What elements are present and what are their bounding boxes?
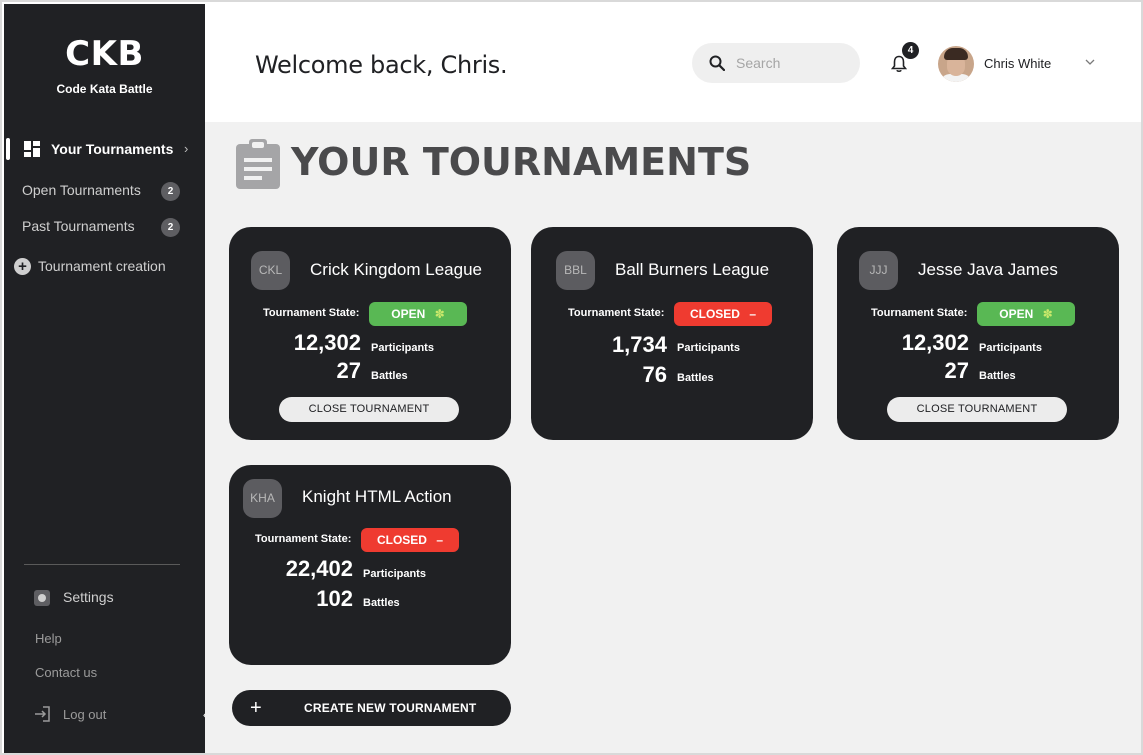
sidebar: CKB Code Kata Battle Your Tournaments › …	[4, 4, 205, 753]
tournament-card[interactable]: CKL Crick Kingdom League Tournament Stat…	[229, 227, 511, 440]
status-text: OPEN	[391, 307, 426, 321]
participants-count: 1,734	[611, 332, 667, 357]
count-badge: 2	[161, 218, 180, 237]
battles-count: 27	[336, 358, 361, 383]
settings-label: Settings	[63, 589, 114, 605]
sidebar-item-settings[interactable]: Settings	[34, 588, 184, 610]
participants-label: Participants	[371, 342, 434, 354]
closed-status-icon: –	[749, 307, 757, 321]
bell-icon[interactable]	[891, 55, 907, 73]
tournament-name: Knight HTML Action	[302, 487, 452, 506]
state-label: Tournament State:	[255, 533, 352, 545]
sidebar-item-open-tournaments[interactable]: Open Tournaments 2	[22, 180, 192, 202]
sidebar-item-label: Your Tournaments	[51, 141, 174, 157]
notification-badge: 4	[902, 42, 919, 59]
app-frame: CKB Code Kata Battle Your Tournaments › …	[0, 0, 1143, 755]
close-tournament-button[interactable]: CLOSE TOURNAMENT	[887, 397, 1067, 422]
logout-icon	[35, 706, 50, 722]
tournament-avatar: CKL	[251, 251, 290, 290]
battles-count: 76	[642, 362, 667, 387]
main-content: YOUR TOURNAMENTS CKL Crick Kingdom Leagu…	[205, 122, 1141, 753]
tournament-avatar: JJJ	[859, 251, 898, 290]
logout-label: Log out	[63, 707, 107, 722]
gear-icon	[34, 590, 50, 606]
tournament-name: Crick Kingdom League	[310, 260, 482, 279]
participants-label: Participants	[677, 342, 740, 354]
status-badge: CLOSED –	[674, 302, 772, 326]
help-link[interactable]: Help	[35, 631, 62, 646]
status-text: CLOSED	[376, 533, 427, 547]
dashboard-icon	[24, 141, 40, 157]
battles-label: Battles	[371, 370, 408, 382]
contact-us-link[interactable]: Contact us	[35, 665, 97, 680]
create-new-tournament-button[interactable]: + CREATE NEW TOURNAMENT	[232, 690, 511, 726]
search-box[interactable]	[692, 43, 860, 83]
open-status-icon: ✽	[1042, 307, 1053, 321]
welcome-message: Welcome back, Chris.	[255, 51, 508, 79]
avatar-hair	[944, 48, 968, 60]
tournament-name: Ball Burners League	[615, 260, 770, 279]
app-logo-subtitle: Code Kata Battle	[56, 82, 153, 96]
sidebar-item-label: Past Tournaments	[22, 218, 135, 234]
battles-count: 27	[944, 358, 969, 383]
state-label: Tournament State:	[263, 307, 360, 319]
tournament-card[interactable]: JJJ Jesse Java James Tournament State: O…	[837, 227, 1119, 440]
chevron-down-icon[interactable]	[1084, 56, 1096, 68]
top-header: Welcome back, Chris. 4 Chris White	[205, 4, 1141, 122]
status-text: CLOSED	[689, 307, 740, 321]
battles-label: Battles	[677, 372, 714, 384]
app-logo[interactable]: CKB	[4, 34, 205, 74]
tournament-card[interactable]: KHA Knight HTML Action Tournament State:…	[229, 465, 511, 665]
state-label: Tournament State:	[871, 307, 968, 319]
participants-label: Participants	[363, 568, 426, 580]
count-badge: 2	[161, 182, 180, 201]
status-badge: OPEN ✽	[369, 302, 467, 326]
avatar[interactable]	[938, 46, 974, 82]
status-badge: OPEN ✽	[977, 302, 1075, 326]
active-indicator	[6, 138, 10, 160]
open-status-icon: ✽	[434, 307, 445, 321]
state-label: Tournament State:	[568, 307, 665, 319]
sidebar-item-past-tournaments[interactable]: Past Tournaments 2	[22, 216, 192, 238]
participants-label: Participants	[979, 342, 1042, 354]
tournament-avatar: KHA	[243, 479, 282, 518]
participants-count: 22,402	[285, 556, 353, 581]
logout-button[interactable]: Log out	[34, 705, 154, 725]
sidebar-item-tournament-creation[interactable]: + Tournament creation	[14, 256, 199, 278]
battles-label: Battles	[363, 597, 400, 609]
plus-circle-icon: +	[14, 258, 31, 275]
battles-label: Battles	[979, 370, 1016, 382]
clipboard-icon	[236, 139, 280, 189]
closed-status-icon: –	[436, 533, 444, 547]
plus-icon: +	[250, 697, 262, 719]
participants-count: 12,302	[901, 330, 969, 355]
search-icon	[709, 55, 725, 71]
create-button-label: CREATE NEW TOURNAMENT	[304, 701, 477, 715]
chevron-right-icon: ›	[184, 141, 189, 156]
tournament-card[interactable]: BBL Ball Burners League Tournament State…	[531, 227, 813, 440]
sidebar-item-your-tournaments[interactable]: Your Tournaments ›	[4, 136, 205, 164]
close-tournament-button[interactable]: CLOSE TOURNAMENT	[279, 397, 459, 422]
sidebar-item-label: Open Tournaments	[22, 182, 141, 198]
sidebar-divider	[24, 564, 180, 565]
tournament-avatar: BBL	[556, 251, 595, 290]
battles-count: 102	[316, 586, 353, 611]
page-title: YOUR TOURNAMENTS	[291, 140, 752, 184]
participants-count: 12,302	[293, 330, 361, 355]
tournament-name: Jesse Java James	[918, 260, 1058, 279]
status-badge: CLOSED –	[361, 528, 459, 552]
search-input[interactable]	[736, 51, 846, 75]
status-text: OPEN	[999, 307, 1034, 321]
sidebar-item-label: Tournament creation	[38, 258, 166, 274]
user-name[interactable]: Chris White	[984, 56, 1051, 71]
